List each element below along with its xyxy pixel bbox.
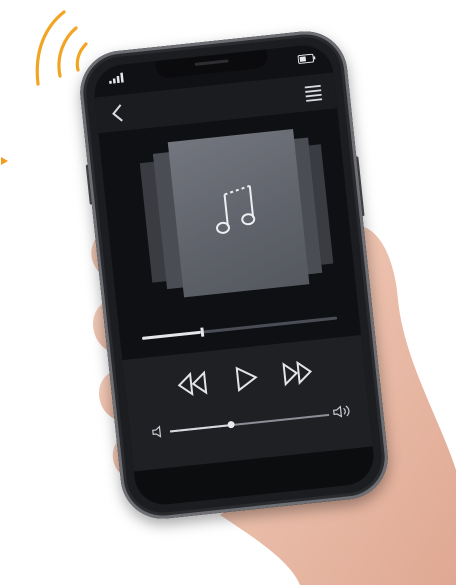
volume-control: [129, 401, 370, 446]
smartphone: [76, 27, 392, 523]
music-note-icon: [216, 184, 256, 234]
scene: [0, 0, 456, 585]
artwork-area: [98, 108, 358, 323]
menu-icon[interactable]: [302, 82, 324, 104]
volume-fill: [169, 424, 231, 433]
playback-progress-slider[interactable]: [141, 316, 338, 340]
volume-slider[interactable]: [169, 413, 330, 433]
rewind-button[interactable]: [174, 367, 211, 400]
fast-forward-button[interactable]: [279, 356, 316, 389]
battery-icon: [297, 53, 316, 64]
signal-icon: [109, 72, 124, 84]
volume-knob[interactable]: [227, 420, 235, 429]
earpiece-speaker: [194, 59, 229, 66]
volume-high-icon[interactable]: [332, 403, 352, 421]
back-icon[interactable]: [105, 100, 131, 126]
volume-low-icon[interactable]: [151, 424, 164, 439]
progress-fill: [141, 330, 201, 340]
progress-knob[interactable]: [200, 327, 205, 337]
album-art: [167, 129, 310, 298]
music-player-screen: [91, 42, 377, 508]
play-button[interactable]: [227, 362, 264, 395]
